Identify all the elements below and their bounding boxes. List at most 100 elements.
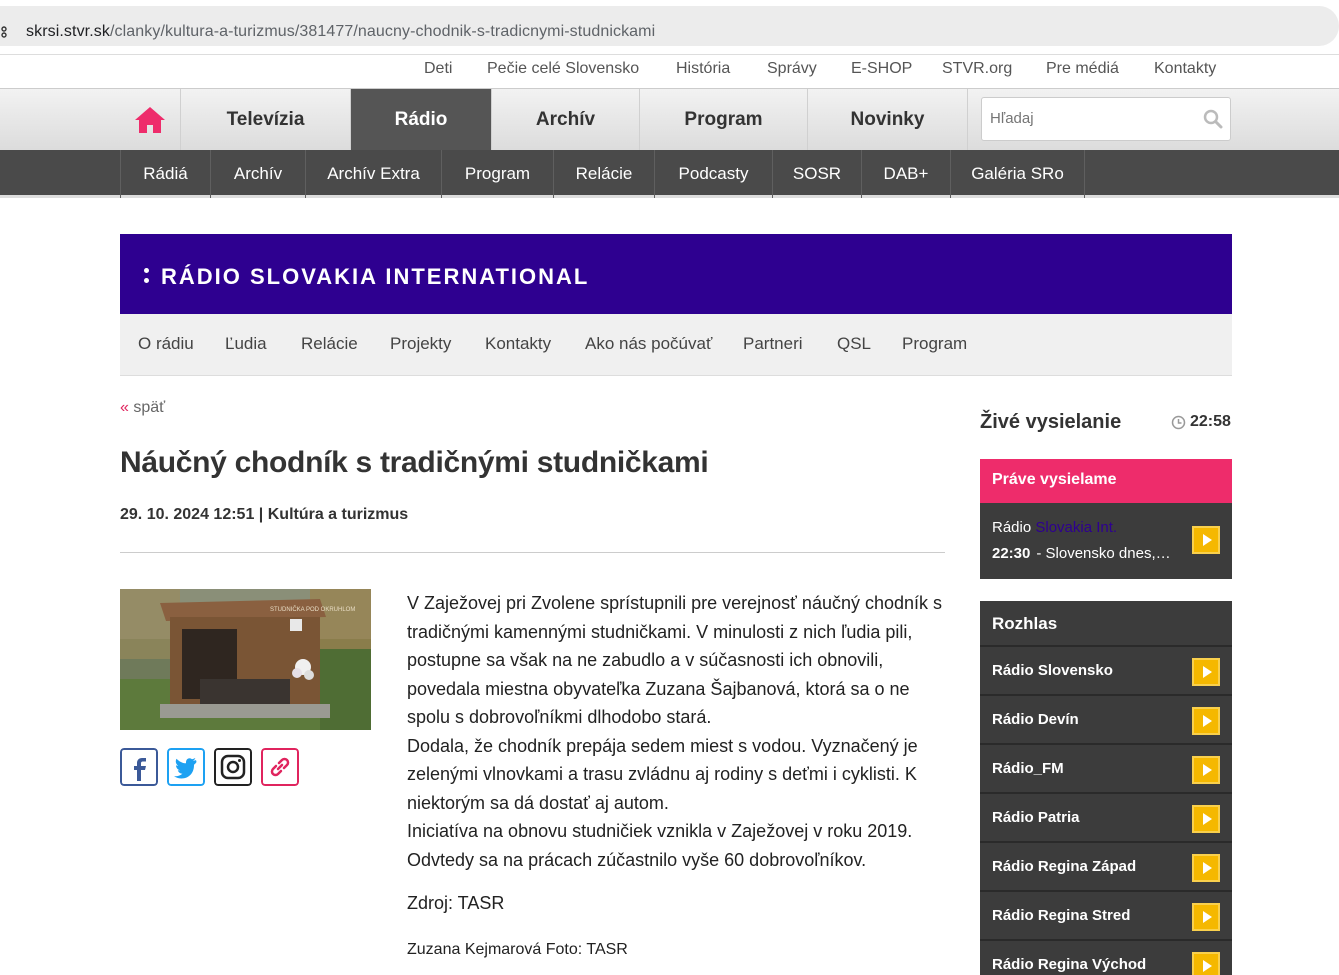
rsinav-ako-nas-pocuvat[interactable]: Ako nás počúvať [585, 334, 712, 354]
article-body: V Zaježovej pri Zvolene sprístupnili pre… [407, 589, 947, 874]
play-icon[interactable] [1192, 903, 1220, 931]
url-path: /clanky/kultura-a-turizmus/381477/naucny… [109, 23, 656, 40]
rsi-banner-title: RÁDIO SLOVAKIA INTERNATIONAL [161, 264, 590, 289]
rsinav-partneri[interactable]: Partneri [743, 334, 803, 354]
program-time: 22:30 [992, 545, 1031, 562]
mainnav-televizia[interactable]: Televízia [180, 89, 350, 151]
link-icon[interactable] [261, 748, 299, 786]
rsinav-qsl[interactable]: QSL [837, 334, 871, 354]
play-icon[interactable] [1192, 707, 1220, 735]
toplink-kontakty[interactable]: Kontakty [1154, 60, 1216, 78]
toplink-deti[interactable]: Deti [424, 60, 452, 78]
rsinav-o-radiu[interactable]: O rádiu [138, 334, 194, 354]
station-prefix: Rádio [992, 519, 1032, 536]
program-title: - Slovensko dnes, ... [1036, 545, 1172, 562]
station-label: Rádio Regina Východ [992, 956, 1147, 973]
article-paragraph: Dodala, že chodník prepája sedem miest s… [407, 735, 918, 813]
article-photo[interactable]: STUDNIČKA POD OKRUHLOM [120, 589, 371, 730]
mainnav-radio[interactable]: Rádio [350, 89, 491, 151]
station-label: Rádio Regina Stred [992, 907, 1131, 924]
station-item[interactable]: Rádio Regina Západ [980, 843, 1232, 892]
radio-sub-navigation: Rádiá Archív Archív Extra Program Reláci… [0, 150, 1339, 198]
subnav-podcasty[interactable]: Podcasty [655, 150, 773, 198]
rozhlas-station-list: Rozhlas Rádio Slovensko Rádio Devín Rádi… [980, 601, 1232, 975]
play-icon[interactable] [1192, 854, 1220, 882]
toplink-pecie[interactable]: Pečie celé Slovensko [487, 60, 639, 78]
play-icon[interactable] [1192, 805, 1220, 833]
live-broadcast-title: Živé vysielanie [980, 411, 1122, 433]
play-icon[interactable] [1192, 952, 1220, 975]
article-paragraph: Iniciatíva na obnovu studničiek vznikla … [407, 821, 913, 870]
rozhlas-header: Rozhlas [980, 601, 1232, 647]
search-box [981, 97, 1231, 141]
twitter-icon[interactable] [167, 748, 205, 786]
play-icon[interactable] [1192, 756, 1220, 784]
instagram-icon[interactable] [214, 748, 252, 786]
subnav-relacie[interactable]: Relácie [554, 150, 655, 198]
rsinav-relacie[interactable]: Relácie [301, 334, 358, 354]
station-item[interactable]: Rádio Patria [980, 794, 1232, 843]
play-icon[interactable] [1192, 526, 1220, 554]
subnav-archiv-extra[interactable]: Archív Extra [306, 150, 442, 198]
subnav-dab[interactable]: DAB+ [862, 150, 951, 198]
article-paragraph: V Zaježovej pri Zvolene sprístupnili pre… [407, 593, 943, 727]
back-label: späť [133, 399, 166, 416]
article-meta: 29. 10. 2024 12:51 | Kultúra a turizmus [120, 506, 408, 524]
subnav-radia[interactable]: Rádiá [120, 150, 211, 198]
rsi-banner[interactable]: RÁDIO SLOVAKIA INTERNATIONAL [120, 234, 1232, 314]
search-icon[interactable] [1202, 108, 1224, 130]
subnav-galeria-sro[interactable]: Galéria SRo [951, 150, 1085, 198]
article-date: 29. 10. 2024 12:51 [120, 506, 255, 523]
mainnav-program[interactable]: Program [639, 89, 807, 151]
station-item[interactable]: Rádio_FM [980, 745, 1232, 794]
article-author: Zuzana Kejmarová Foto: TASR [407, 941, 628, 958]
mainnav-archiv[interactable]: Archív [491, 89, 639, 151]
play-icon[interactable] [1192, 658, 1220, 686]
meta-separator: | [258, 506, 264, 523]
subnav-archiv[interactable]: Archív [211, 150, 306, 198]
address-field[interactable]: skrsi.stvr.sk/clanky/kultura-a-turizmus/… [0, 6, 1339, 46]
now-playing-box: Práve vysielame Rádio Slovakia Int. 22:3… [980, 459, 1232, 579]
top-utility-links: Deti Pečie celé Slovensko História Správ… [0, 54, 1339, 88]
photo-sign-text: STUDNIČKA POD OKRUHLOM [270, 606, 355, 613]
station-item[interactable]: Rádio Regina Stred [980, 892, 1232, 941]
subnav-program[interactable]: Program [442, 150, 554, 198]
toplink-stvr-org[interactable]: STVR.org [942, 60, 1012, 78]
home-icon [135, 107, 165, 133]
rsinav-kontakty[interactable]: Kontakty [485, 334, 551, 354]
url-text[interactable]: skrsi.stvr.sk/clanky/kultura-a-turizmus/… [26, 23, 655, 41]
rsinav-ludia[interactable]: Ľudia [225, 334, 267, 354]
rsi-logo-dots [144, 268, 150, 284]
station-label: Rádio Regina Západ [992, 858, 1137, 875]
toplink-pre-media[interactable]: Pre médiá [1046, 60, 1119, 78]
rsinav-program[interactable]: Program [902, 334, 967, 354]
subnav-sosr[interactable]: SOSR [773, 150, 862, 198]
article-category[interactable]: Kultúra a turizmus [268, 506, 408, 523]
search-input[interactable] [990, 110, 1190, 127]
live-time-value: 22:58 [1190, 413, 1231, 430]
back-link[interactable]: « späť [120, 399, 165, 417]
now-playing-header: Práve vysielame [980, 459, 1232, 503]
home-button[interactable] [120, 89, 180, 151]
browser-url-bar: skrsi.stvr.sk/clanky/kultura-a-turizmus/… [0, 0, 1339, 52]
toplink-historia[interactable]: História [676, 60, 730, 78]
toplink-spravy[interactable]: Správy [767, 60, 817, 78]
station-highlight: Slovakia Int. [1035, 519, 1118, 536]
facebook-icon[interactable] [120, 748, 158, 786]
back-arrow: « [120, 399, 129, 416]
rsinav-projekty[interactable]: Projekty [390, 334, 451, 354]
station-label: Rádio Devín [992, 711, 1079, 728]
station-label: Rádio Slovensko [992, 662, 1113, 679]
mainnav-novinky[interactable]: Novinky [807, 89, 968, 151]
url-host: skrsi.stvr.sk [26, 23, 110, 40]
station-item[interactable]: Rádio Regina Východ [980, 941, 1232, 975]
now-playing-station: Rádio Slovakia Int. [992, 519, 1117, 536]
main-navigation: Televízia Rádio Archív Program Novinky [0, 88, 1339, 151]
toplink-eshop[interactable]: E-SHOP [851, 60, 912, 78]
site-info-icon[interactable] [0, 25, 10, 39]
station-item[interactable]: Rádio Slovensko [980, 647, 1232, 696]
now-playing-program: 22:30 - Slovensko dnes, ... [992, 545, 1172, 562]
clock-icon [1171, 415, 1186, 429]
station-item[interactable]: Rádio Devín [980, 696, 1232, 745]
divider [120, 552, 945, 553]
